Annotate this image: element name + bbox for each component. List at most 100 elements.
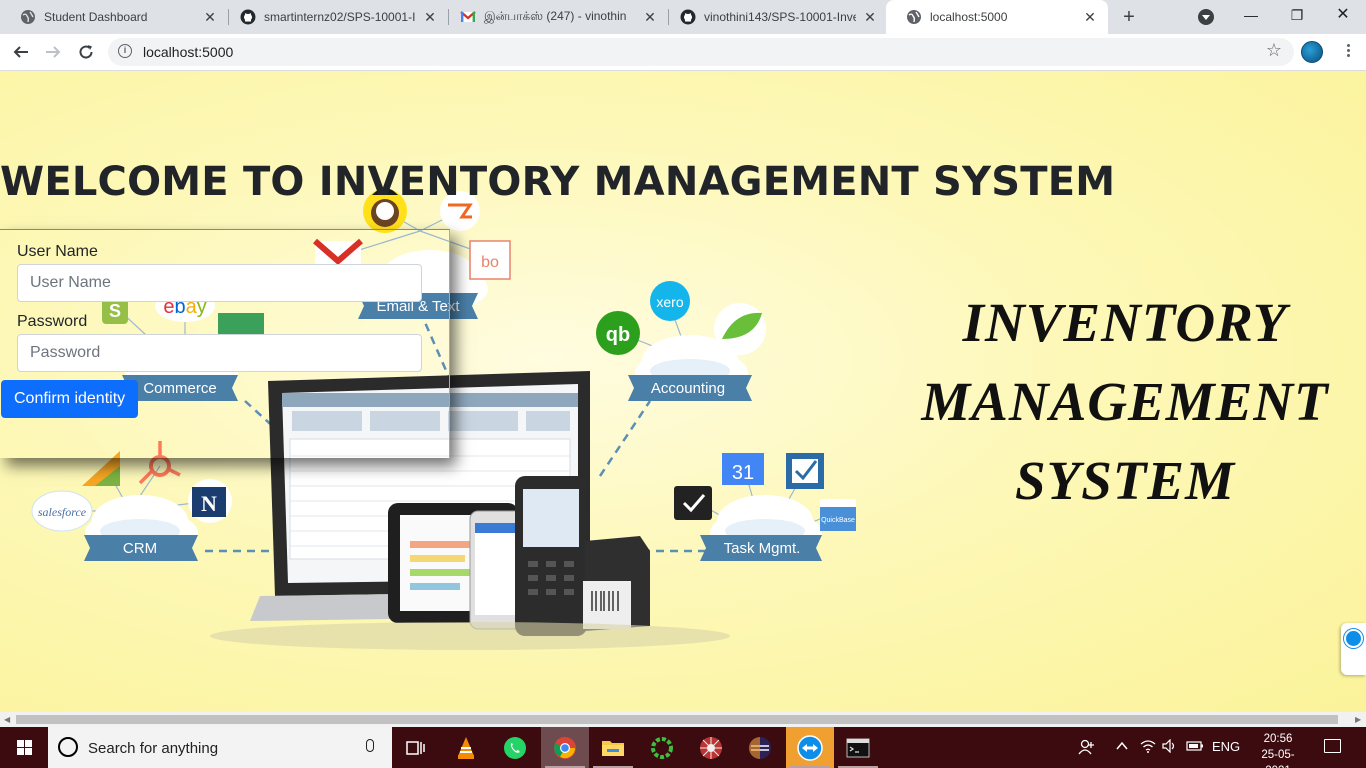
login-form: User Name Password Confirm identity	[0, 229, 450, 458]
page-viewport: Email & Text Accounting Task Mgmt. CRM C…	[0, 71, 1366, 712]
svg-text:xero: xero	[656, 294, 683, 310]
browser-toolbar: i localhost:5000 ☆	[0, 34, 1366, 71]
quickbase-logo-icon: QuickBase	[820, 499, 856, 531]
notification-center-icon[interactable]	[1324, 739, 1341, 753]
search-placeholder: Search for anything	[88, 740, 219, 757]
scroll-right-arrow-icon[interactable]: ▶	[1355, 715, 1361, 724]
windows-taskbar: Search for anything ENG 20:56 25-05-	[0, 727, 1366, 768]
close-tab-icon[interactable]: ✕	[1082, 9, 1098, 25]
system-clock[interactable]: 20:56 25-05-2021	[1255, 731, 1301, 768]
horizontal-scrollbar[interactable]: ◀ ▶	[0, 712, 1366, 727]
teamviewer-widget[interactable]	[1341, 623, 1366, 675]
tab-gmail-inbox[interactable]: இன்பாக்ஸ் (247) - vinothin ✕	[440, 0, 668, 34]
globe-icon	[20, 9, 36, 25]
tab-title: இன்பாக்ஸ் (247) - vinothin	[484, 9, 627, 23]
netsuite-logo-icon: N	[188, 479, 232, 523]
crm-label: CRM	[123, 540, 157, 557]
teamviewer-taskbar-icon[interactable]	[786, 727, 834, 768]
info-icon[interactable]: i	[118, 44, 132, 58]
confirm-identity-button[interactable]: Confirm identity	[1, 380, 139, 418]
vlc-icon[interactable]	[442, 727, 490, 768]
svg-text:bo: bo	[481, 254, 499, 271]
page-title: WELCOME TO INVENTORY MANAGEMENT SYSTEM	[0, 159, 1116, 205]
close-tab-icon[interactable]: ✕	[202, 9, 218, 25]
accounting-label: Accounting	[651, 380, 725, 397]
clock-time: 20:56	[1263, 733, 1293, 745]
minimize-icon[interactable]: —	[1228, 0, 1274, 32]
new-tab-button[interactable]: +	[1118, 6, 1140, 28]
language-indicator[interactable]: ENG	[1212, 739, 1240, 754]
github-icon	[680, 9, 696, 25]
task-view-icon[interactable]	[392, 727, 440, 768]
username-input[interactable]	[17, 264, 422, 302]
globe-icon	[906, 9, 922, 25]
forward-arrow-icon[interactable]	[41, 40, 65, 64]
close-tab-icon[interactable]: ✕	[422, 9, 438, 25]
banner-line: MANAGEMENT	[921, 371, 1329, 432]
eclipse-icon[interactable]	[736, 727, 784, 768]
teamviewer-icon	[1344, 629, 1363, 648]
svg-text:QuickBase: QuickBase	[821, 517, 855, 524]
tab-student-dashboard[interactable]: Student Dashboard ✕	[0, 0, 228, 34]
close-tab-icon[interactable]: ✕	[642, 9, 658, 25]
salesforce-logo-icon: salesforce	[31, 490, 93, 532]
window-close-icon[interactable]: ✕	[1320, 0, 1366, 32]
password-label: Password	[17, 313, 88, 330]
tab-search-icon[interactable]	[1198, 9, 1214, 25]
tab-title: Student Dashboard	[44, 10, 148, 24]
banner-title: INVENTORY MANAGEMENT SYSTEM	[880, 283, 1366, 520]
google-calendar-logo-icon: 31	[722, 453, 764, 485]
browser-menu-icon[interactable]	[1342, 42, 1354, 62]
password-input[interactable]	[17, 334, 422, 372]
tab-vinothini-repo[interactable]: vinothini143/SPS-10001-Inve ✕	[660, 0, 888, 34]
svg-text:qb: qb	[606, 324, 630, 346]
xero-logo-icon: xero	[650, 281, 690, 321]
svg-text:salesforce: salesforce	[38, 505, 87, 519]
scroll-left-arrow-icon[interactable]: ◀	[4, 715, 10, 724]
tab-localhost[interactable]: localhost:5000 ✕	[886, 0, 1108, 34]
browser-tab-strip: Student Dashboard ✕ smartinternz02/SPS-1…	[0, 0, 1366, 34]
back-arrow-icon[interactable]	[9, 40, 33, 64]
battery-icon[interactable]	[1186, 739, 1204, 756]
reload-icon[interactable]	[74, 40, 98, 64]
chrome-icon[interactable]	[541, 727, 589, 768]
whatsapp-icon[interactable]	[491, 727, 539, 768]
gmail-icon	[460, 9, 476, 25]
address-bar[interactable]: i localhost:5000 ☆	[108, 38, 1294, 66]
spider-app-icon[interactable]	[687, 727, 735, 768]
file-explorer-icon[interactable]	[589, 727, 637, 768]
banner-line: SYSTEM	[1015, 450, 1235, 511]
barcode-scanner-device	[515, 476, 587, 636]
microphone-icon[interactable]	[366, 739, 374, 752]
url-text[interactable]: localhost:5000	[143, 44, 233, 60]
windows-logo-icon	[16, 740, 32, 755]
checkbox-logo-icon	[786, 453, 824, 489]
search-circle-icon	[58, 737, 78, 757]
clock-date: 25-05-2021	[1261, 749, 1295, 768]
bookmark-star-icon[interactable]: ☆	[1266, 40, 1282, 61]
close-tab-icon[interactable]: ✕	[862, 9, 878, 25]
github-icon	[240, 9, 256, 25]
tab-smartinternz-repo[interactable]: smartinternz02/SPS-10001-In ✕	[220, 0, 448, 34]
printer-device	[583, 536, 650, 631]
task-mgmt-label: Task Mgmt.	[724, 540, 801, 557]
tab-title: localhost:5000	[930, 10, 1008, 24]
volume-icon[interactable]	[1162, 738, 1178, 756]
scrollbar-thumb[interactable]	[16, 715, 1338, 724]
restore-icon[interactable]: ❐	[1274, 0, 1320, 32]
command-prompt-icon[interactable]	[834, 727, 882, 768]
spinner-app-icon[interactable]	[638, 727, 686, 768]
wifi-icon[interactable]	[1140, 739, 1156, 756]
tab-title: vinothini143/SPS-10001-Inve	[704, 10, 856, 24]
svg-text:N: N	[201, 491, 217, 516]
profile-avatar[interactable]	[1301, 41, 1323, 63]
tab-title: smartinternz02/SPS-10001-In	[264, 10, 416, 24]
svg-text:31: 31	[732, 462, 754, 484]
username-label: User Name	[17, 243, 98, 260]
leaf-logo-icon	[714, 303, 766, 355]
chevron-up-icon[interactable]	[1115, 739, 1129, 756]
start-button[interactable]	[0, 727, 48, 768]
people-icon[interactable]	[1078, 739, 1096, 758]
taskbar-search[interactable]: Search for anything	[48, 727, 392, 768]
bo-logo-icon: bo	[469, 240, 511, 280]
